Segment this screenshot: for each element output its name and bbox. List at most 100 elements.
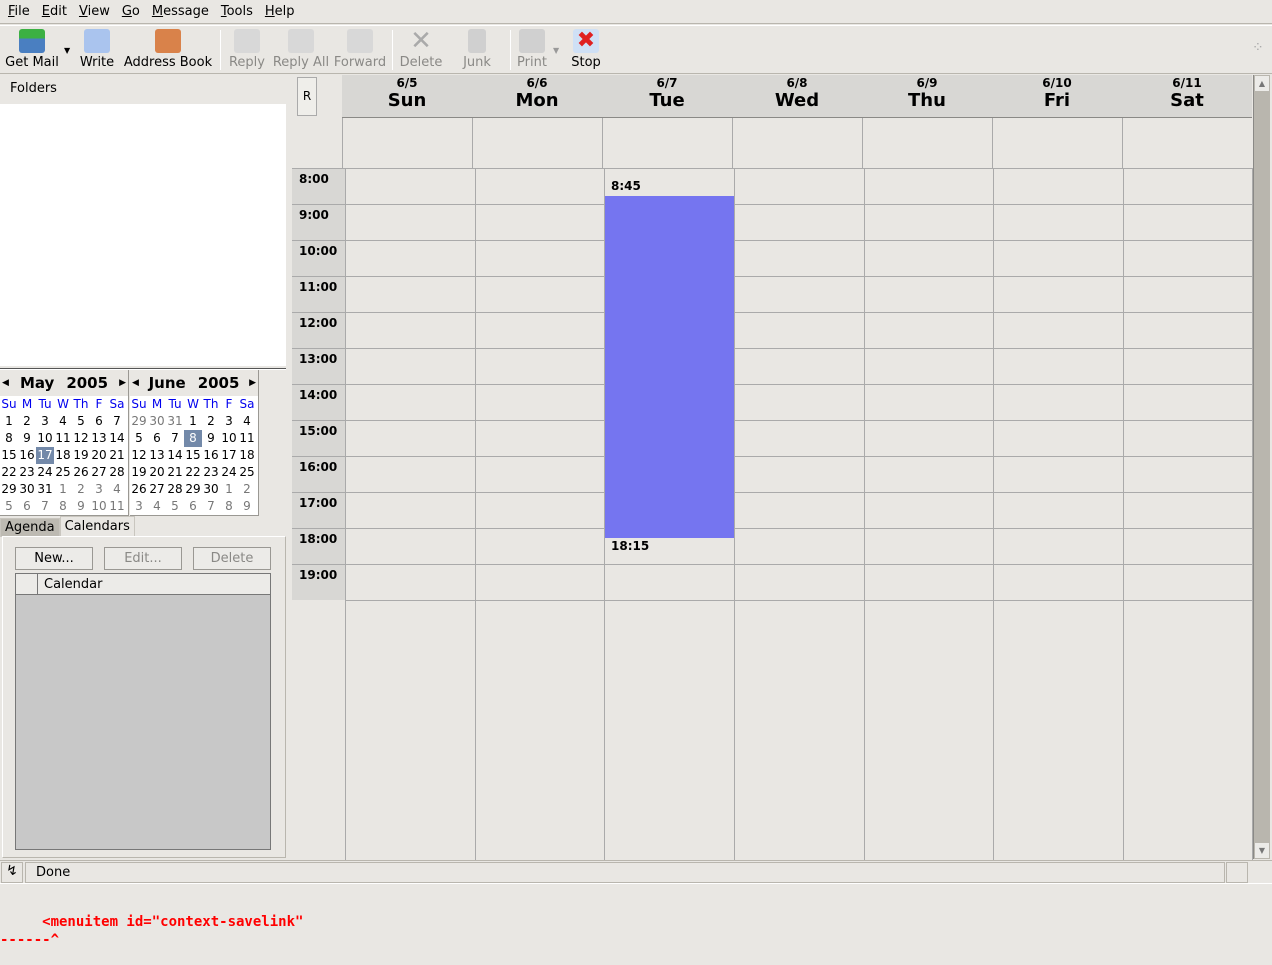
day-cell[interactable]: 17 <box>36 447 54 464</box>
day-header-thu[interactable]: 6/9 Thu <box>862 75 992 112</box>
day-cell[interactable]: 31 <box>36 481 54 498</box>
day-cell[interactable]: 20 <box>148 464 166 481</box>
day-header-sat[interactable]: 6/11 Sat <box>1122 75 1252 112</box>
delete-button[interactable]: ✕ Delete <box>398 26 444 74</box>
day-cell[interactable]: 24 <box>36 464 54 481</box>
day-cell[interactable]: 8 <box>0 430 18 447</box>
day-cell[interactable]: 4 <box>54 413 72 430</box>
day-cell[interactable]: 22 <box>184 464 202 481</box>
new-calendar-button[interactable]: New... <box>15 547 93 570</box>
day-cell[interactable]: 19 <box>130 464 148 481</box>
day-cell[interactable]: 26 <box>130 481 148 498</box>
day-cell[interactable]: 29 <box>0 481 18 498</box>
day-cell[interactable]: 5 <box>130 430 148 447</box>
day-cell[interactable]: 2 <box>238 481 256 498</box>
prev-month-arrow-icon[interactable]: ◀ <box>132 378 139 388</box>
menu-edit[interactable]: Edit <box>42 4 67 19</box>
day-cell[interactable]: 3 <box>36 413 54 430</box>
day-cell[interactable]: 5 <box>166 498 184 515</box>
day-cell[interactable]: 8 <box>184 430 202 447</box>
reply-button[interactable]: Reply <box>227 26 267 74</box>
all-day-cell[interactable] <box>602 118 732 169</box>
day-cell[interactable]: 16 <box>18 447 36 464</box>
day-cell[interactable]: 24 <box>220 464 238 481</box>
all-day-cell[interactable] <box>862 118 992 169</box>
day-cell[interactable]: 8 <box>54 498 72 515</box>
day-cell[interactable]: 30 <box>18 481 36 498</box>
day-cell[interactable]: 2 <box>202 413 220 430</box>
day-cell[interactable]: 9 <box>72 498 90 515</box>
day-cell[interactable]: 1 <box>220 481 238 498</box>
day-cell[interactable]: 18 <box>54 447 72 464</box>
all-day-cell[interactable] <box>1122 118 1252 169</box>
print-button[interactable]: Print <box>514 26 550 74</box>
day-cell[interactable]: 12 <box>130 447 148 464</box>
day-cell[interactable]: 26 <box>72 464 90 481</box>
checkbox-column-header[interactable] <box>16 574 38 594</box>
day-cell[interactable]: 21 <box>108 447 126 464</box>
day-cell[interactable]: 3 <box>220 413 238 430</box>
day-cell[interactable]: 27 <box>90 464 108 481</box>
day-cell[interactable]: 1 <box>184 413 202 430</box>
day-cell[interactable]: 17 <box>220 447 238 464</box>
stop-button[interactable]: ✖ Stop <box>568 26 604 74</box>
day-header-mon[interactable]: 6/6 Mon <box>472 75 602 112</box>
day-cell[interactable]: 5 <box>0 498 18 515</box>
calendar-event[interactable] <box>605 196 734 538</box>
day-cell[interactable]: 3 <box>90 481 108 498</box>
day-header-sun[interactable]: 6/5 Sun <box>342 75 472 112</box>
day-cell[interactable]: 23 <box>202 464 220 481</box>
junk-button[interactable]: Junk <box>458 26 496 74</box>
tab-agenda[interactable]: Agenda <box>0 518 60 537</box>
day-cell[interactable]: 15 <box>0 447 18 464</box>
scroll-up-arrow-icon[interactable]: ▲ <box>1255 76 1269 91</box>
day-cell[interactable]: 4 <box>148 498 166 515</box>
day-cell[interactable]: 14 <box>108 430 126 447</box>
all-day-cell[interactable] <box>342 118 472 169</box>
address-book-button[interactable]: Address Book <box>122 26 214 74</box>
day-cell[interactable]: 7 <box>166 430 184 447</box>
next-month-arrow-icon[interactable]: ▶ <box>119 378 126 388</box>
write-button[interactable]: Write <box>78 26 116 74</box>
day-cell[interactable]: 5 <box>72 413 90 430</box>
day-cell[interactable]: 23 <box>18 464 36 481</box>
forward-button[interactable]: Forward <box>334 26 386 74</box>
print-dropdown-icon[interactable]: ▼ <box>553 46 559 55</box>
menu-go[interactable]: Go <box>122 4 140 19</box>
vertical-scrollbar[interactable]: ▲ ▼ <box>1253 75 1270 859</box>
menu-message[interactable]: Message <box>152 4 209 19</box>
day-cell[interactable]: 19 <box>72 447 90 464</box>
day-cell[interactable]: 10 <box>36 430 54 447</box>
day-cell[interactable]: 15 <box>184 447 202 464</box>
day-cell[interactable]: 9 <box>238 498 256 515</box>
day-cell[interactable]: 8 <box>220 498 238 515</box>
get-mail-button[interactable]: Get Mail <box>4 26 60 74</box>
day-cell[interactable]: 7 <box>36 498 54 515</box>
day-cell[interactable]: 25 <box>238 464 256 481</box>
day-cell[interactable]: 21 <box>166 464 184 481</box>
prev-month-arrow-icon[interactable]: ◀ <box>2 378 9 388</box>
tab-calendars[interactable]: Calendars <box>59 516 135 536</box>
day-cell[interactable]: 4 <box>108 481 126 498</box>
menu-file[interactable]: File <box>8 4 30 19</box>
day-cell[interactable]: 27 <box>148 481 166 498</box>
menu-help[interactable]: Help <box>265 4 295 19</box>
day-cell[interactable]: 11 <box>108 498 126 515</box>
day-cell[interactable]: 22 <box>0 464 18 481</box>
day-cell[interactable]: 13 <box>148 447 166 464</box>
day-header-wed[interactable]: 6/8 Wed <box>732 75 862 112</box>
calendar-column-header[interactable]: Calendar <box>38 574 102 594</box>
scroll-down-arrow-icon[interactable]: ▼ <box>1255 843 1269 858</box>
day-cell[interactable]: 16 <box>202 447 220 464</box>
day-cell[interactable]: 25 <box>54 464 72 481</box>
folder-pane[interactable] <box>0 104 286 366</box>
day-cell[interactable]: 6 <box>184 498 202 515</box>
day-cell[interactable]: 6 <box>18 498 36 515</box>
day-cell[interactable]: 30 <box>202 481 220 498</box>
day-cell[interactable]: 1 <box>54 481 72 498</box>
day-cell[interactable]: 4 <box>238 413 256 430</box>
all-day-row[interactable] <box>342 118 1252 169</box>
day-cell[interactable]: 29 <box>130 413 148 430</box>
reply-all-button[interactable]: Reply All <box>272 26 330 74</box>
all-day-cell[interactable] <box>472 118 602 169</box>
